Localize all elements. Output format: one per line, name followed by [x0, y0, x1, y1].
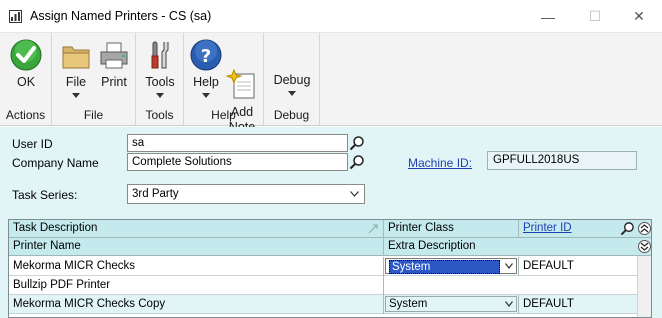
column-divider: [383, 295, 384, 314]
extra-description-cell[interactable]: [384, 276, 634, 294]
grid-header-row-1: Task Description Printer Class Printer I…: [9, 220, 651, 238]
ribbon-group-file: File Print File: [52, 33, 136, 126]
table-row-printer-name[interactable]: Bullzip PDF Printer: [9, 276, 637, 295]
printer-class-value: System: [389, 298, 428, 310]
ribbon-group-help: ? Help Add Note Help: [184, 33, 264, 134]
printer-id-cell[interactable]: DEFAULT: [519, 257, 629, 275]
task-series-value: 3rd Party: [132, 188, 179, 200]
chevron-down-icon: [288, 91, 296, 96]
tools-menu-button[interactable]: Tools: [142, 38, 178, 98]
ok-label: OK: [16, 75, 36, 89]
maximize-button[interactable]: ☐: [572, 0, 618, 33]
print-button[interactable]: Print: [96, 38, 132, 90]
close-button[interactable]: ✕: [616, 0, 662, 33]
ribbon-group-label-tools: Tools: [145, 108, 174, 122]
machine-id-link[interactable]: Machine ID:: [408, 156, 472, 170]
help-menu-button[interactable]: ? Help: [188, 38, 224, 98]
add-note-icon: [225, 53, 258, 99]
user-id-label: User ID: [12, 137, 53, 151]
table-row[interactable]: Mekorma MICR Checks System DEFAULT: [9, 257, 637, 276]
window-title: Assign Named Printers - CS (sa): [30, 9, 212, 23]
user-id-lookup-button[interactable]: [348, 134, 366, 152]
ok-check-icon: [10, 38, 42, 72]
svg-text:?: ?: [201, 46, 211, 67]
chevron-down-icon: [72, 93, 80, 98]
chevron-down-icon: [156, 93, 164, 98]
ribbon-group-actions: OK Actions: [0, 33, 52, 126]
close-icon: ✕: [633, 8, 645, 24]
ok-button[interactable]: OK: [6, 38, 46, 90]
expand-column-icon[interactable]: [367, 223, 379, 235]
chevron-down-icon: [202, 93, 210, 98]
chevron-down-icon: [505, 301, 513, 307]
column-divider: [383, 257, 384, 276]
machine-id-field: GPFULL2018US: [487, 151, 637, 170]
tools-label: Tools: [145, 75, 175, 89]
company-name-lookup-button[interactable]: [348, 153, 366, 171]
folder-icon: [60, 38, 92, 72]
printer-id-cell[interactable]: DEFAULT: [519, 295, 629, 313]
company-name-field[interactable]: Complete Solutions: [127, 153, 348, 171]
collapse-rows-button[interactable]: [638, 222, 651, 235]
debug-label: Debug: [273, 73, 311, 87]
company-name-label: Company Name: [12, 156, 99, 170]
minimize-button[interactable]: —: [525, 0, 571, 33]
lookup-magnifier-icon: [349, 136, 364, 151]
printer-id-lookup-icon[interactable]: [620, 221, 635, 236]
grid-scrollbar[interactable]: [637, 256, 651, 317]
ribbon-group-label-debug: Debug: [273, 108, 310, 122]
chevron-down-icon: [505, 263, 513, 269]
ribbon-group-label-file: File: [83, 108, 104, 122]
maximize-icon: ☐: [588, 8, 602, 24]
task-description-header[interactable]: Task Description: [9, 220, 369, 238]
help-label: Help: [193, 75, 219, 89]
chevron-down-icon: [350, 191, 359, 197]
tools-icon: [144, 38, 176, 72]
print-label: Print: [101, 75, 127, 89]
printer-id-header-link[interactable]: Printer ID: [519, 220, 615, 238]
task-description-cell: Mekorma MICR Checks Copy: [13, 298, 166, 310]
task-description-cell: Mekorma MICR Checks: [13, 260, 136, 272]
app-chart-icon: [9, 10, 22, 23]
file-label: File: [65, 75, 87, 89]
printer-class-value: System: [389, 260, 500, 274]
help-icon: ?: [190, 38, 222, 72]
user-id-field[interactable]: sa: [127, 134, 348, 152]
ribbon-toolbar: OK Actions File Print File Tools Tools ?…: [0, 33, 662, 134]
chevron-double-down-icon: [640, 242, 649, 251]
file-menu-button[interactable]: File: [58, 38, 94, 98]
task-series-dropdown[interactable]: 3rd Party: [127, 184, 365, 204]
printer-class-header[interactable]: Printer Class: [384, 220, 518, 238]
title-bar: Assign Named Printers - CS (sa) — ☐ ✕: [0, 0, 662, 33]
grid-header-row-2: Printer Name Extra Description: [9, 238, 651, 256]
expand-rows-button[interactable]: [638, 240, 651, 253]
minimize-icon: —: [541, 8, 555, 25]
printer-assignment-grid: Task Description Printer Class Printer I…: [8, 219, 652, 318]
debug-menu-button[interactable]: Debug: [270, 73, 314, 96]
printer-name-header[interactable]: Printer Name: [9, 238, 383, 256]
ribbon-group-label-actions: Actions: [5, 108, 46, 122]
chevron-double-up-icon: [640, 224, 649, 233]
printer-class-dropdown[interactable]: System: [385, 296, 517, 312]
printer-class-dropdown[interactable]: System: [385, 258, 517, 274]
ribbon-group-tools: Tools Tools: [136, 33, 184, 126]
task-series-label: Task Series:: [12, 188, 78, 202]
printer-name-cell: Bullzip PDF Printer: [13, 279, 111, 291]
printer-icon: [98, 38, 130, 72]
table-row[interactable]: Mekorma MICR Checks Copy System DEFAULT: [9, 295, 637, 314]
ribbon-group-debug: Debug Debug: [264, 33, 320, 126]
extra-description-header[interactable]: Extra Description: [384, 238, 624, 256]
ribbon-group-label-help: Help: [211, 108, 236, 122]
lookup-magnifier-icon: [349, 155, 364, 170]
